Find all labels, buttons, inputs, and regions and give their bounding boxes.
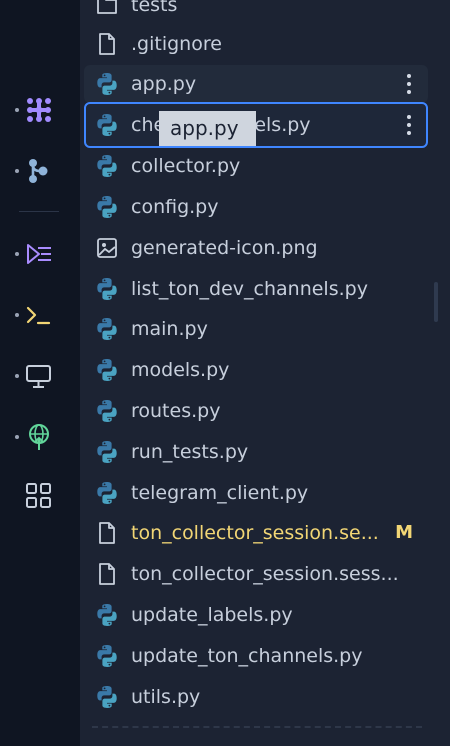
file-name: models.py xyxy=(131,359,230,381)
file-name: ton_collector_session.se... xyxy=(131,522,379,544)
tree-item-telegram-client-py[interactable]: telegram_client.py xyxy=(84,474,428,512)
tree-item-generated-icon-png[interactable]: generated-icon.png xyxy=(84,229,428,267)
rail-indicator-dot xyxy=(15,374,19,378)
tree-item-ton-collector-session[interactable]: ton_collector_session.sess... xyxy=(84,555,428,593)
python-icon xyxy=(95,154,119,178)
file-name: list_ton_dev_channels.py xyxy=(131,278,368,300)
monitor-icon xyxy=(24,362,54,390)
scrollbar-thumb[interactable] xyxy=(434,282,438,322)
tree-item-models-py[interactable]: models.py xyxy=(84,351,428,389)
tree-item-gitignore[interactable]: .gitignore xyxy=(84,25,428,63)
rail-divider xyxy=(19,211,59,212)
python-icon xyxy=(95,685,119,709)
file-name: telegram_client.py xyxy=(131,482,309,504)
file-icon xyxy=(95,32,119,56)
file-name: app.py xyxy=(131,73,197,95)
file-name: collector.py xyxy=(131,155,241,177)
grid-icon xyxy=(24,482,54,510)
file-name: main.py xyxy=(131,318,208,340)
more-options-icon[interactable] xyxy=(402,114,416,136)
tree-item-tests[interactable]: tests xyxy=(84,0,428,24)
debugger-icon xyxy=(24,240,54,268)
tree-item-update-labels-py[interactable]: update_labels.py xyxy=(84,596,428,634)
agent-icon xyxy=(24,96,54,124)
rail-item-shell[interactable] xyxy=(0,295,80,335)
python-icon xyxy=(95,277,119,301)
rail-item-console[interactable] xyxy=(0,356,80,396)
file-icon xyxy=(95,521,119,545)
python-icon xyxy=(95,440,119,464)
file-name: config.py xyxy=(131,196,219,218)
modified-badge: M xyxy=(395,522,413,543)
git-icon xyxy=(24,157,54,185)
tree-end-divider xyxy=(92,726,422,728)
file-name: utils.py xyxy=(131,686,201,708)
file-name: .gitignore xyxy=(131,33,222,55)
rail-indicator-dot xyxy=(15,169,19,173)
tree-item-config-py[interactable]: config.py xyxy=(84,188,428,226)
file-name: run_tests.py xyxy=(131,441,249,463)
rail-indicator-dot xyxy=(15,313,19,317)
rail-indicator-dot xyxy=(15,252,19,256)
file-name: generated-icon.png xyxy=(131,237,318,259)
folder-icon xyxy=(95,0,119,17)
file-name: routes.py xyxy=(131,400,221,422)
rail-indicator-dot xyxy=(15,435,19,439)
more-options-icon[interactable] xyxy=(402,73,416,95)
tree-item-check-channels-py[interactable]: check_channels.py xyxy=(84,102,428,148)
tree-item-run-tests-py[interactable]: run_tests.py xyxy=(84,433,428,471)
file-name: tests xyxy=(131,0,178,16)
rail-item-git[interactable] xyxy=(0,151,80,191)
tree-item-routes-py[interactable]: routes.py xyxy=(84,392,428,430)
python-icon xyxy=(95,644,119,668)
python-icon xyxy=(95,603,119,627)
drag-tooltip: app.py xyxy=(159,111,256,146)
python-icon xyxy=(95,481,119,505)
tree-item-list-ton-dev-channels-py[interactable]: list_ton_dev_channels.py xyxy=(84,270,428,308)
rail-item-debugger[interactable] xyxy=(0,234,80,274)
tree-item-main-py[interactable]: main.py xyxy=(84,310,428,348)
activity-rail xyxy=(0,0,80,746)
tree-item-app-py[interactable]: app.py xyxy=(84,65,428,103)
file-name: ton_collector_session.sess... xyxy=(131,563,399,585)
file-name: update_ton_channels.py xyxy=(131,645,363,667)
rail-indicator-dot xyxy=(15,108,19,112)
rail-item-agent[interactable] xyxy=(0,90,80,130)
rail-item-deployments[interactable] xyxy=(0,417,80,457)
tree-item-ton-collector-session-modified[interactable]: ton_collector_session.se... M xyxy=(84,514,428,552)
tree-item-collector-py[interactable]: collector.py xyxy=(84,147,428,185)
tree-item-utils-py[interactable]: utils.py xyxy=(84,678,428,716)
python-icon xyxy=(95,195,119,219)
python-icon xyxy=(95,399,119,423)
python-icon xyxy=(95,358,119,382)
file-name: update_labels.py xyxy=(131,604,293,626)
deployments-icon xyxy=(24,423,54,451)
rail-item-all-tools[interactable] xyxy=(0,476,80,516)
shell-icon xyxy=(24,301,54,329)
file-icon xyxy=(95,562,119,586)
image-icon xyxy=(95,236,119,260)
python-icon xyxy=(95,317,119,341)
tree-item-update-ton-channels-py[interactable]: update_ton_channels.py xyxy=(84,637,428,675)
python-icon xyxy=(95,72,119,96)
python-icon xyxy=(95,113,119,137)
